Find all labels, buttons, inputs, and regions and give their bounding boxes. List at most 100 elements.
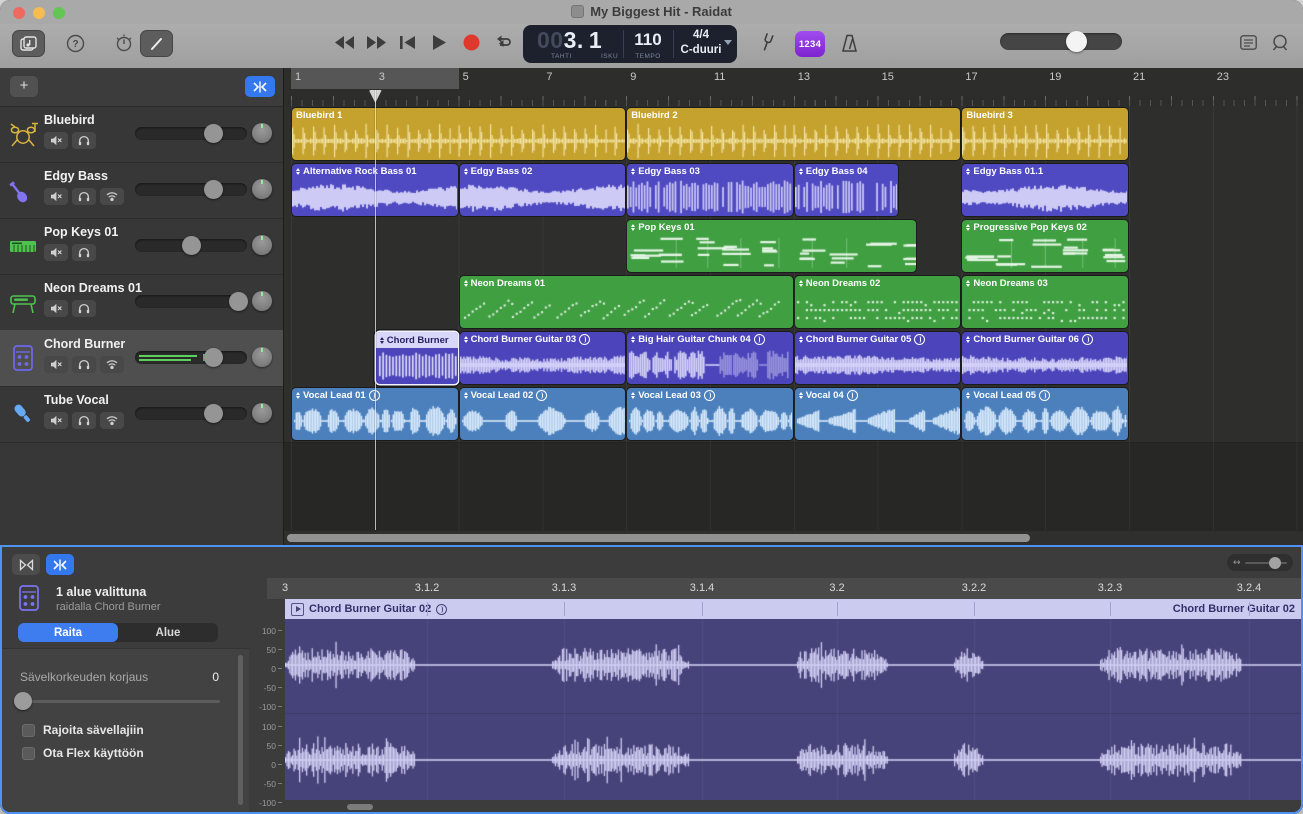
region-chord-burner[interactable]: Chord Burner <box>376 332 458 384</box>
mute-button[interactable] <box>44 132 68 149</box>
editor-zoom-knob[interactable] <box>1269 557 1281 569</box>
region-play-icon[interactable] <box>291 603 304 616</box>
help-button[interactable]: ? <box>64 32 86 54</box>
lcd-display[interactable]: 003. 1 TAHTI ISKU 110 TEMPO 4/4 C-duuri <box>523 25 737 63</box>
loop-browser-button[interactable] <box>1270 33 1290 51</box>
region-bluebird-1[interactable]: Bluebird 1 <box>292 108 625 160</box>
editor-ruler[interactable]: 33.1.23.1.33.1.43.23.2.23.2.33.2.4 <box>267 578 1301 600</box>
region-chord-burner-guitar-05[interactable]: Chord Burner Guitar 05 <box>795 332 961 384</box>
metronome-button[interactable] <box>838 32 860 54</box>
lcd-key[interactable]: C-duuri <box>673 44 729 56</box>
mute-button[interactable] <box>44 300 68 317</box>
region-vocal-04[interactable]: Vocal 04 <box>795 388 961 440</box>
go-to-beginning-button[interactable] <box>399 34 415 50</box>
monitor-button[interactable] <box>100 188 124 205</box>
track-volume-slider[interactable] <box>135 183 247 196</box>
pan-knob[interactable] <box>252 403 272 423</box>
track-volume-slider[interactable] <box>135 351 247 364</box>
track-volume-knob[interactable] <box>182 236 201 255</box>
region-chord-burner-guitar-06[interactable]: Chord Burner Guitar 06 <box>962 332 1128 384</box>
track-header-edgy-bass[interactable]: Edgy Bass <box>0 162 283 219</box>
tuner-icon[interactable] <box>113 32 135 54</box>
pan-knob[interactable] <box>252 179 272 199</box>
inspector-scrollbar[interactable] <box>238 655 243 805</box>
track-volume-knob[interactable] <box>204 404 223 423</box>
mute-button[interactable] <box>44 244 68 261</box>
pan-knob[interactable] <box>252 123 272 143</box>
record-button[interactable] <box>462 33 480 51</box>
region-neon-dreams-01[interactable]: Neon Dreams 01 <box>460 276 793 328</box>
track-header-bluebird[interactable]: Bluebird <box>0 106 283 163</box>
track-header-pop-keys-01[interactable]: Pop Keys 01 <box>0 218 283 275</box>
pitch-correction-knob[interactable] <box>14 692 32 710</box>
track-header-neon-dreams-01[interactable]: Neon Dreams 01 <box>0 274 283 331</box>
region-pop-keys-01[interactable]: Pop Keys 01 <box>627 220 916 272</box>
flex-button[interactable] <box>12 554 40 575</box>
track-volume-slider[interactable] <box>135 407 247 420</box>
track-volume-knob[interactable] <box>204 124 223 143</box>
editor-region-titlebar[interactable]: Chord Burner Guitar 02 Chord Burner Guit… <box>285 599 1301 619</box>
arrange-horizontal-scrollbar[interactable] <box>284 531 1303 545</box>
pitch-correction-slider[interactable] <box>20 700 220 703</box>
mute-button[interactable] <box>44 412 68 429</box>
lcd-time-signature[interactable]: 4/4 <box>673 29 729 41</box>
tuning-fork-icon[interactable] <box>757 32 777 54</box>
play-button[interactable] <box>431 33 447 51</box>
track-volume-slider[interactable] <box>135 239 247 252</box>
pan-knob[interactable] <box>252 347 272 367</box>
note-pad-button[interactable] <box>1238 33 1258 51</box>
solo-button[interactable] <box>72 356 96 373</box>
editor-tab-raita[interactable]: Raita <box>18 623 118 642</box>
region-progressive-pop-keys-02[interactable]: Progressive Pop Keys 02 <box>962 220 1128 272</box>
track-header-chord-burner[interactable]: Chord Burner <box>0 330 283 387</box>
library-button[interactable] <box>12 30 45 57</box>
solo-button[interactable] <box>72 244 96 261</box>
track-volume-slider[interactable] <box>135 295 247 308</box>
region-vocal-lead-03[interactable]: Vocal Lead 03 <box>627 388 793 440</box>
region-bluebird-2[interactable]: Bluebird 2 <box>627 108 960 160</box>
editor-horizontal-scrollbar[interactable] <box>285 800 1301 814</box>
cycle-region[interactable] <box>291 68 459 89</box>
solo-button[interactable] <box>72 188 96 205</box>
track-volume-knob[interactable] <box>204 180 223 199</box>
checkbox-ota-flex-k-ytt-n[interactable] <box>22 747 35 760</box>
region-edgy-bass-01-1[interactable]: Edgy Bass 01.1 <box>962 164 1128 216</box>
solo-button[interactable] <box>72 300 96 317</box>
region-bluebird-3[interactable]: Bluebird 3 <box>962 108 1128 160</box>
pan-knob[interactable] <box>252 235 272 255</box>
region-neon-dreams-02[interactable]: Neon Dreams 02 <box>795 276 961 328</box>
editor-zoom-slider[interactable]: ↔ <box>1227 554 1293 571</box>
monitor-button[interactable] <box>100 356 124 373</box>
rewind-button[interactable] <box>334 34 354 50</box>
pan-knob[interactable] <box>252 291 272 311</box>
region-neon-dreams-03[interactable]: Neon Dreams 03 <box>962 276 1128 328</box>
add-track-button[interactable]: + <box>10 76 38 97</box>
editor-catch-playhead-button[interactable] <box>46 554 74 575</box>
solo-button[interactable] <box>72 412 96 429</box>
track-volume-knob[interactable] <box>229 292 248 311</box>
quick-help-pencil-button[interactable] <box>140 30 173 57</box>
region-big-hair-guitar-chunk-04[interactable]: Big Hair Guitar Chunk 04 <box>627 332 793 384</box>
region-vocal-lead-02[interactable]: Vocal Lead 02 <box>460 388 626 440</box>
region-edgy-bass-03[interactable]: Edgy Bass 03 <box>627 164 793 216</box>
checkbox-rajoita-s-vellajiin[interactable] <box>22 724 35 737</box>
master-volume-knob[interactable] <box>1066 31 1087 52</box>
region-vocal-lead-05[interactable]: Vocal Lead 05 <box>962 388 1128 440</box>
solo-button[interactable] <box>72 132 96 149</box>
region-edgy-bass-04[interactable]: Edgy Bass 04 <box>795 164 898 216</box>
monitor-button[interactable] <box>100 412 124 429</box>
region-edgy-bass-02[interactable]: Edgy Bass 02 <box>460 164 626 216</box>
editor-waveform[interactable] <box>285 619 1303 800</box>
track-header-tube-vocal[interactable]: Tube Vocal <box>0 386 283 443</box>
mute-button[interactable] <box>44 356 68 373</box>
mute-button[interactable] <box>44 188 68 205</box>
editor-scroll-thumb[interactable] <box>347 804 373 810</box>
region-chord-burner-guitar-03[interactable]: Chord Burner Guitar 03 <box>460 332 626 384</box>
count-in-button[interactable]: 1234 <box>795 31 825 57</box>
chevron-down-icon[interactable] <box>724 40 732 45</box>
timeline-ruler[interactable]: 1357911131517192123 <box>284 68 1303 107</box>
track-volume-slider[interactable] <box>135 127 247 140</box>
cycle-button[interactable] <box>493 34 513 50</box>
catch-playhead-button[interactable] <box>245 76 275 97</box>
master-volume-slider[interactable] <box>1000 33 1122 50</box>
